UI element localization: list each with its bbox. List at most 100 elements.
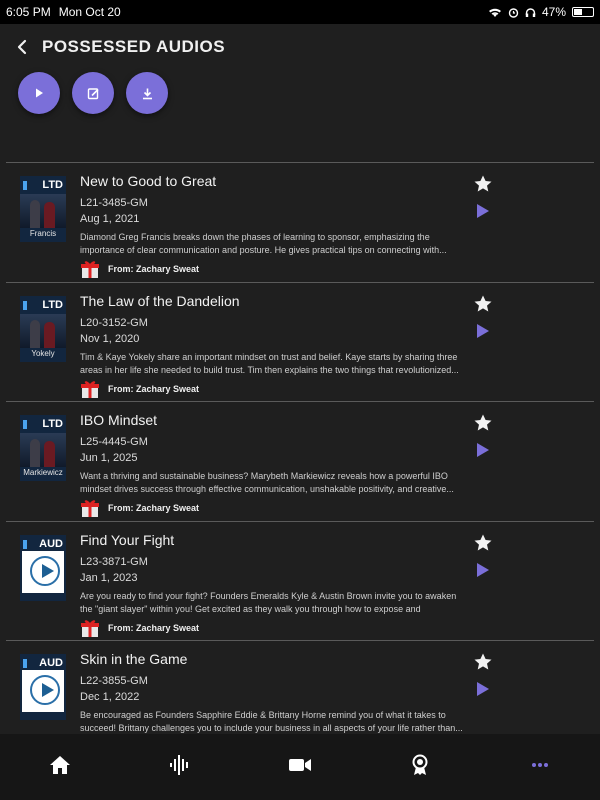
list-item[interactable]: LTD Francis New to Good to Great L21-348… — [6, 163, 594, 283]
item-title: New to Good to Great — [80, 173, 217, 189]
nav-more[interactable] — [520, 745, 560, 785]
item-description: Are you ready to find your fight? Founde… — [80, 590, 457, 614]
gift-sender: From: Zachary Sweat — [108, 383, 200, 394]
header: POSSESSED AUDIOS — [0, 24, 600, 70]
item-title: Skin in the Game — [80, 651, 188, 667]
thumbnail-speaker: Yokely — [31, 348, 55, 358]
action-bar — [18, 72, 168, 114]
edit-icon — [87, 87, 99, 99]
item-date: Dec 1, 2022 — [80, 691, 140, 703]
alarm-icon — [508, 7, 519, 18]
home-icon — [50, 756, 70, 774]
download-button[interactable] — [126, 72, 168, 114]
status-time: 6:05 PM — [6, 5, 51, 19]
list-item[interactable]: AUD Skin in the Game L22-3855-GM Dec 1, … — [6, 641, 594, 734]
item-description: Tim & Kaye Yokely share an important min… — [80, 351, 459, 375]
favorite-star-icon[interactable] — [473, 174, 493, 194]
nav-home[interactable] — [40, 745, 80, 785]
item-description: Diamond Greg Francis breaks down the pha… — [80, 232, 447, 255]
list-item[interactable]: AUD Find Your Fight L23-3871-GM Jan 1, 2… — [6, 522, 594, 641]
thumbnail-image — [22, 550, 64, 593]
thumbnail-brand: AUD — [39, 537, 63, 550]
item-info: Find Your Fight L23-3871-GM Jan 1, 2023 … — [80, 532, 465, 638]
brand-bar — [23, 659, 27, 668]
gift-sender-row: From: Zachary Sweat — [80, 618, 465, 638]
list-item[interactable]: LTD Yokely The Law of the Dandelion L20-… — [6, 283, 594, 402]
item-code: L25-4445-GM — [80, 436, 148, 448]
item-code: L20-3152-GM — [80, 316, 148, 329]
brand-bar — [23, 420, 27, 429]
play-circle-logo — [30, 675, 60, 705]
brand-bar — [23, 539, 27, 549]
item-code: L23-3871-GM — [80, 555, 148, 568]
gift-icon — [81, 500, 99, 517]
thumbnail-brand: LTD — [42, 179, 63, 191]
play-icon[interactable] — [476, 323, 490, 339]
gift-sender-row: From: Zachary Sweat — [80, 259, 465, 279]
back-button[interactable] — [2, 24, 42, 70]
favorite-star-icon[interactable] — [473, 652, 493, 672]
play-icon — [36, 88, 43, 98]
favorite-star-icon[interactable] — [473, 413, 493, 433]
item-info: IBO Mindset L25-4445-GM Jun 1, 2025 Want… — [80, 412, 465, 518]
thumbnail: AUD — [20, 534, 66, 601]
thumbnail: AUD — [20, 654, 66, 720]
favorite-star-icon[interactable] — [473, 294, 493, 314]
headphones-icon — [525, 7, 536, 17]
download-icon — [142, 88, 152, 99]
list-item[interactable]: LTD Markiewicz IBO Mindset L25-4445-GM J… — [6, 402, 594, 522]
nav-video[interactable] — [280, 745, 320, 785]
item-date: Jan 1, 2023 — [80, 571, 138, 584]
status-bar: 6:05 PM Mon Oct 20 47% — [0, 0, 600, 24]
item-title: The Law of the Dandelion — [80, 292, 240, 309]
award-ribbon-icon — [412, 754, 428, 775]
status-date: Mon Oct 20 — [58, 5, 121, 19]
thumbnail-speaker: Francis — [29, 229, 57, 238]
nav-audio[interactable] — [160, 745, 200, 785]
thumbnail-brand: LTD — [42, 298, 63, 311]
item-code: L21-3485-GM — [80, 197, 148, 209]
bottom-nav — [0, 734, 600, 800]
brand-bar — [23, 300, 27, 310]
item-title: Find Your Fight — [80, 531, 175, 548]
item-description: Want a thriving and sustainable business… — [80, 471, 454, 494]
gift-sender: From: Zachary Sweat — [108, 503, 200, 513]
chevron-left-icon — [17, 39, 27, 55]
page-title: POSSESSED AUDIOS — [42, 37, 226, 56]
thumbnail-image — [20, 313, 66, 348]
item-date: Nov 1, 2020 — [80, 332, 140, 345]
gift-sender: From: Zachary Sweat — [108, 264, 200, 274]
gift-icon — [81, 619, 99, 637]
item-info: Skin in the Game L22-3855-GM Dec 1, 2022… — [80, 651, 465, 734]
item-code: L22-3855-GM — [80, 675, 148, 687]
item-title: IBO Mindset — [80, 412, 158, 428]
thumbnail-image — [22, 670, 64, 712]
item-date: Aug 1, 2021 — [80, 213, 140, 225]
brand-bar — [23, 181, 27, 190]
gift-sender-row: From: Zachary Sweat — [80, 498, 465, 518]
thumbnail-image — [20, 433, 66, 467]
play-icon[interactable] — [476, 681, 490, 697]
play-icon[interactable] — [476, 442, 490, 458]
thumbnail-brand: AUD — [39, 657, 63, 669]
play-circle-logo — [30, 555, 60, 586]
item-info: New to Good to Great L21-3485-GM Aug 1, … — [80, 173, 465, 279]
wifi-icon — [488, 8, 501, 17]
item-date: Jun 1, 2025 — [80, 452, 138, 464]
gift-icon — [81, 380, 99, 398]
play-icon[interactable] — [476, 203, 490, 219]
battery-icon — [572, 7, 594, 17]
play-all-button[interactable] — [18, 72, 60, 114]
thumbnail: LTD Markiewicz — [20, 415, 66, 481]
more-dots-icon — [532, 763, 548, 767]
nav-awards[interactable] — [400, 745, 440, 785]
video-camera-icon — [289, 759, 311, 771]
item-info: The Law of the Dandelion L20-3152-GM Nov… — [80, 293, 465, 399]
favorite-star-icon[interactable] — [473, 533, 493, 553]
thumbnail-image — [20, 194, 66, 228]
edit-button[interactable] — [72, 72, 114, 114]
waveform-icon — [170, 755, 188, 775]
thumbnail: LTD Francis — [20, 176, 66, 242]
play-icon[interactable] — [476, 562, 490, 578]
audio-list: LTD Francis New to Good to Great L21-348… — [6, 162, 594, 734]
